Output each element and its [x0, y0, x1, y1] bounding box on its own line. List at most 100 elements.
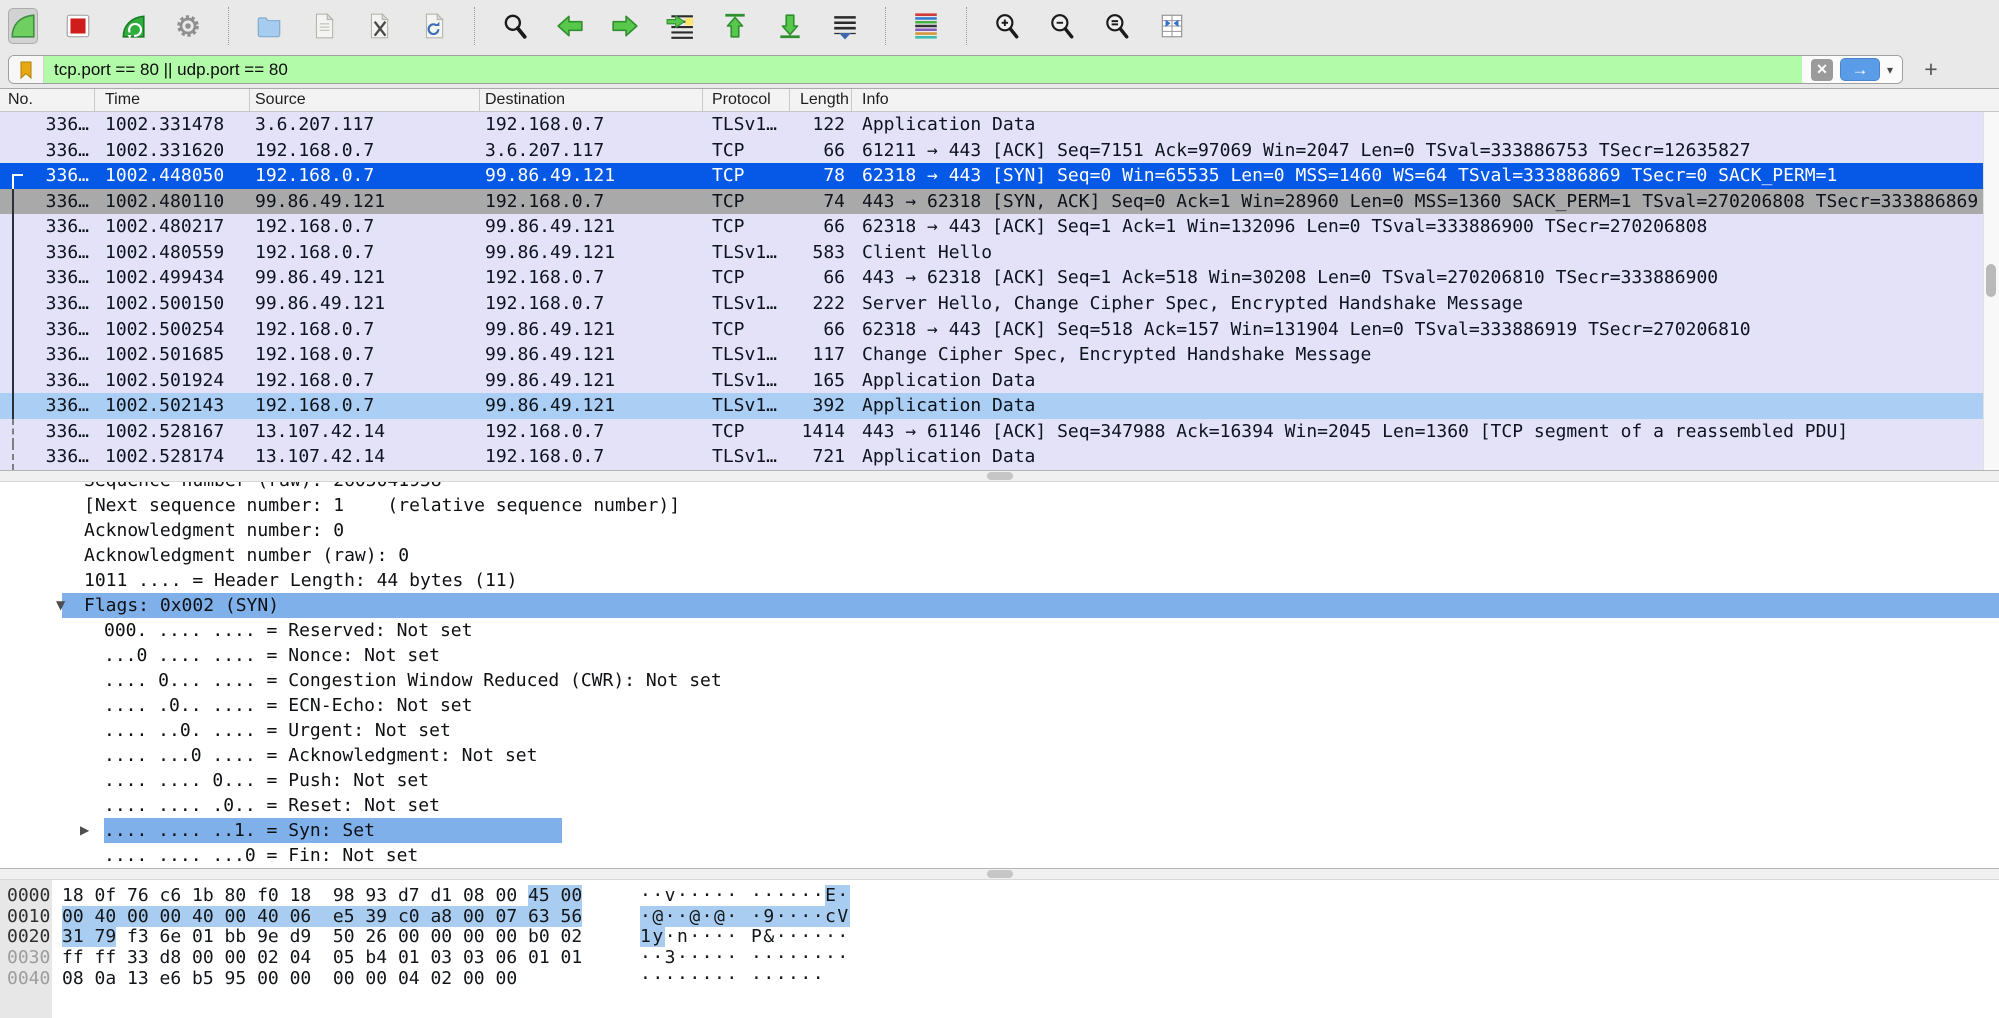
splitter-handle-icon[interactable]: [987, 472, 1013, 480]
packet-row[interactable]: 336…1002.448050192.168.0.799.86.49.121TC…: [0, 163, 1983, 189]
filter-add-button[interactable]: +: [1915, 55, 1947, 84]
cell-len: 222: [790, 291, 852, 317]
column-header-source[interactable]: Source: [250, 89, 480, 111]
close-file-icon[interactable]: [364, 8, 394, 44]
cell-proto: TLSv1…: [703, 112, 790, 138]
detail-line[interactable]: .... ...0 .... = Acknowledgment: Not set: [0, 743, 1999, 768]
cell-proto: TCP: [703, 214, 790, 240]
cell-time: 1002.501924: [95, 368, 250, 394]
detail-line[interactable]: Acknowledgment number (raw): 0: [0, 543, 1999, 568]
zoom-reset-icon[interactable]: [1102, 8, 1132, 44]
packet-row[interactable]: 336…1002.3314783.6.207.117192.168.0.7TLS…: [0, 112, 1983, 138]
detail-line[interactable]: 1011 .... = Header Length: 44 bytes (11): [0, 568, 1999, 593]
go-forward-icon[interactable]: [610, 8, 640, 44]
go-back-icon[interactable]: [555, 8, 585, 44]
cell-len: 74: [790, 189, 852, 215]
open-file-icon[interactable]: [254, 8, 284, 44]
packet-row[interactable]: 336…1002.501924192.168.0.799.86.49.121TL…: [0, 368, 1983, 394]
hex-bytes: 00 40 00 00 40 00 40 06 e5 39 c0 a8 00 0…: [62, 907, 582, 928]
detail-line[interactable]: .... .... 0... = Push: Not set: [0, 768, 1999, 793]
display-filter-field[interactable]: ✕ → ▾: [8, 55, 1903, 84]
column-header-protocol[interactable]: Protocol: [703, 89, 790, 111]
detail-line[interactable]: Acknowledgment number: 0: [0, 518, 1999, 543]
detail-line[interactable]: .... 0... .... = Congestion Window Reduc…: [0, 668, 1999, 693]
packet-row[interactable]: 336…1002.480559192.168.0.799.86.49.121TL…: [0, 240, 1983, 266]
packet-row[interactable]: 336…1002.48011099.86.49.121192.168.0.7TC…: [0, 189, 1983, 215]
display-filter-input[interactable]: [44, 56, 1802, 83]
cell-proto: TLSv1…: [703, 393, 790, 419]
detail-line[interactable]: ▼Flags: 0x002 (SYN): [0, 593, 1999, 618]
detail-line[interactable]: .... .... ...0 = Fin: Not set: [0, 843, 1999, 868]
detail-text: .... .... ..1. = Syn: Set: [104, 818, 562, 843]
cell-time: 1002.501685: [95, 342, 250, 368]
cell-src: 99.86.49.121: [250, 265, 480, 291]
hex-ascii: ········ ······: [640, 969, 825, 990]
splitter-handle-icon[interactable]: [987, 870, 1013, 878]
packet-row[interactable]: 336…1002.50015099.86.49.121192.168.0.7TL…: [0, 291, 1983, 317]
packet-row[interactable]: 336…1002.331620192.168.0.73.6.207.117TCP…: [0, 138, 1983, 164]
go-to-packet-icon[interactable]: [665, 8, 695, 44]
filter-dropdown-chevron-icon[interactable]: ▾: [1887, 63, 1893, 77]
detail-line[interactable]: ...0 .... .... = Nonce: Not set: [0, 643, 1999, 668]
restart-capture-icon[interactable]: [118, 8, 148, 44]
zoom-out-icon[interactable]: [1047, 8, 1077, 44]
detail-line[interactable]: Sequence number (raw): 2605041958: [0, 482, 1999, 493]
hex-offset: 0020: [7, 927, 50, 948]
go-first-packet-icon[interactable]: [720, 8, 750, 44]
colorize-packets-icon[interactable]: [911, 8, 941, 44]
column-header-destination[interactable]: Destination: [480, 89, 703, 111]
wireshark-start-capture-icon[interactable]: [8, 8, 38, 44]
scrollbar-thumb[interactable]: [1986, 264, 1996, 297]
detail-line[interactable]: .... .0.. .... = ECN-Echo: Not set: [0, 693, 1999, 718]
splitter-list-details[interactable]: [0, 470, 1999, 482]
find-packet-icon[interactable]: [500, 8, 530, 44]
cell-dst: 192.168.0.7: [480, 444, 703, 470]
column-header-no[interactable]: No.: [0, 89, 95, 111]
hex-bytes: 18 0f 76 c6 1b 80 f0 18 98 93 d7 d1 08 0…: [62, 886, 582, 907]
hex-row[interactable]: 002031 79 f3 6e 01 bb 9e d9 50 26 00 00 …: [0, 927, 1999, 948]
filter-bookmark-icon[interactable]: [9, 56, 44, 83]
save-file-icon[interactable]: [309, 8, 339, 44]
column-header-time[interactable]: Time: [95, 89, 250, 111]
cell-len: 66: [790, 138, 852, 164]
packet-row[interactable]: 336…1002.502143192.168.0.799.86.49.121TL…: [0, 393, 1983, 419]
packet-list-scrollbar[interactable]: [1983, 112, 1999, 470]
cell-time: 1002.499434: [95, 265, 250, 291]
packet-row[interactable]: 336…1002.52816713.107.42.14192.168.0.7TC…: [0, 419, 1983, 445]
go-last-packet-icon[interactable]: [775, 8, 805, 44]
column-header-length[interactable]: Length: [790, 89, 852, 111]
resize-columns-icon[interactable]: [1157, 8, 1187, 44]
stop-capture-icon[interactable]: [63, 8, 93, 44]
detail-text: .... ..0. .... = Urgent: Not set: [104, 720, 451, 741]
packet-row[interactable]: 336…1002.501685192.168.0.799.86.49.121TL…: [0, 342, 1983, 368]
auto-scroll-icon[interactable]: [830, 8, 860, 44]
expand-triangle-icon[interactable]: ▶: [80, 818, 89, 843]
cell-len: 66: [790, 265, 852, 291]
packet-row[interactable]: 336…1002.480217192.168.0.799.86.49.121TC…: [0, 214, 1983, 240]
collapse-triangle-icon[interactable]: ▼: [56, 593, 65, 618]
hex-row[interactable]: 0030ff ff 33 d8 00 00 02 04 05 b4 01 03 …: [0, 948, 1999, 969]
zoom-in-icon[interactable]: [992, 8, 1022, 44]
cell-dst: 192.168.0.7: [480, 189, 703, 215]
detail-line[interactable]: .... ..0. .... = Urgent: Not set: [0, 718, 1999, 743]
detail-line[interactable]: 000. .... .... = Reserved: Not set: [0, 618, 1999, 643]
cell-len: 66: [790, 317, 852, 343]
detail-line[interactable]: [Next sequence number: 1 (relative seque…: [0, 493, 1999, 518]
packet-row[interactable]: 336…1002.500254192.168.0.799.86.49.121TC…: [0, 317, 1983, 343]
hex-row[interactable]: 001000 40 00 00 40 00 40 06 e5 39 c0 a8 …: [0, 907, 1999, 928]
column-header-info[interactable]: Info: [852, 89, 1999, 111]
splitter-details-bytes[interactable]: [0, 868, 1999, 880]
filter-apply-icon[interactable]: →: [1840, 58, 1880, 81]
packet-row[interactable]: 336…1002.52817413.107.42.14192.168.0.7TL…: [0, 444, 1983, 470]
cell-len: 66: [790, 214, 852, 240]
hex-row[interactable]: 004008 0a 13 e6 b5 95 00 00 00 00 04 02 …: [0, 969, 1999, 990]
filter-clear-icon[interactable]: ✕: [1811, 59, 1833, 81]
reload-file-icon[interactable]: [419, 8, 449, 44]
cell-time: 1002.480217: [95, 214, 250, 240]
detail-text: .... ...0 .... = Acknowledgment: Not set: [104, 745, 537, 766]
detail-line[interactable]: .... .... .0.. = Reset: Not set: [0, 793, 1999, 818]
detail-line[interactable]: ▶ .... .... ..1. = Syn: Set: [0, 818, 1999, 843]
hex-row[interactable]: 000018 0f 76 c6 1b 80 f0 18 98 93 d7 d1 …: [0, 886, 1999, 907]
packet-row[interactable]: 336…1002.49943499.86.49.121192.168.0.7TC…: [0, 265, 1983, 291]
capture-options-icon[interactable]: [173, 8, 203, 44]
